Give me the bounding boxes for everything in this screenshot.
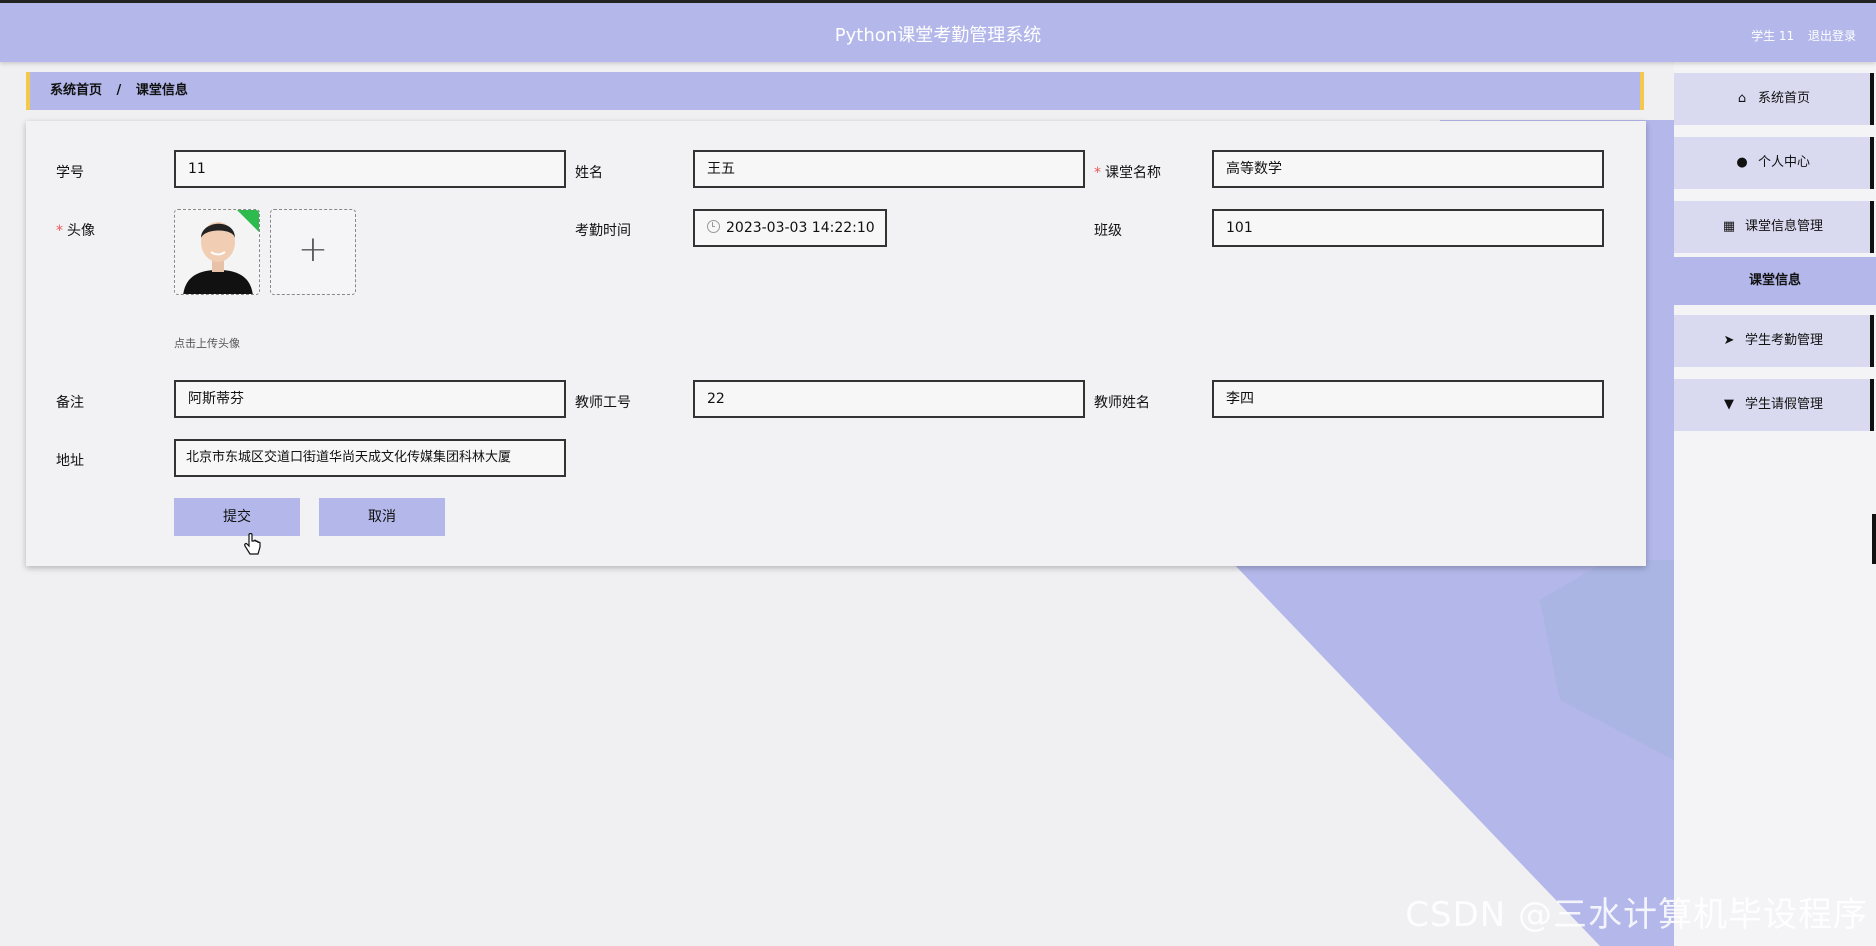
sidebar-subitem-course-info[interactable]: 课堂信息	[1674, 257, 1876, 305]
clock-icon	[707, 220, 720, 233]
upload-hint: 点击上传头像	[174, 337, 240, 350]
sidebar-item-profile[interactable]: ● 个人中心	[1674, 137, 1874, 189]
app-title: Python课堂考勤管理系统	[834, 25, 1042, 46]
grid-icon: ▦	[1722, 219, 1736, 234]
user-area: 学生 11 退出登录	[1741, 27, 1856, 44]
breadcrumb-separator: /	[116, 83, 122, 98]
teacher-no-input[interactable]: 22	[693, 380, 1085, 418]
top-navbar: Python课堂考勤管理系统 学生 11 退出登录	[0, 0, 1876, 62]
logout-link[interactable]: 退出登录	[1808, 29, 1856, 43]
sidebar-item-attendance-management[interactable]: ➤ 学生考勤管理	[1674, 315, 1874, 367]
brush-icon: ▼	[1723, 397, 1734, 412]
address-label: 地址	[56, 453, 84, 469]
sidebar-item-home[interactable]: ⌂ 系统首页	[1674, 73, 1874, 125]
send-icon: ➤	[1723, 333, 1735, 348]
class-input[interactable]: 101	[1212, 209, 1604, 247]
submit-button[interactable]: 提交	[174, 498, 300, 536]
sidebar-item-leave-management[interactable]: ▼ 学生请假管理	[1674, 379, 1874, 431]
sidebar-item-label: 学生考勤管理	[1744, 333, 1823, 348]
attendance-time-input[interactable]: 2023-03-03 14:22:10	[693, 209, 887, 247]
course-info-form: 学号 11 姓名 王五 * 课堂名称 高等数学 * 头像 + 点击上传头像 考勤时间…	[26, 121, 1646, 566]
name-label: 姓名	[575, 165, 603, 181]
student-no-label: 学号	[56, 165, 84, 181]
upload-avatar-button[interactable]: +	[270, 209, 356, 295]
sidebar-item-course-management[interactable]: ▦ 课堂信息管理	[1674, 201, 1874, 253]
sidebar-item-label: 系统首页	[1757, 91, 1810, 106]
user-icon: ●	[1736, 155, 1748, 170]
sidebar-item-label: 学生请假管理	[1744, 397, 1823, 412]
current-user: 学生 11	[1751, 29, 1795, 43]
address-input[interactable]: 北京市东城区交道口街道华尚天成文化传媒集团科林大厦	[174, 439, 566, 477]
breadcrumb-home[interactable]: 系统首页	[50, 83, 102, 98]
name-input[interactable]: 王五	[693, 150, 1085, 188]
attendance-time-value: 2023-03-03 14:22:10	[726, 220, 875, 236]
teacher-name-input[interactable]: 李四	[1212, 380, 1604, 418]
attendance-time-label: 考勤时间	[575, 223, 631, 239]
remark-label: 备注	[56, 395, 84, 411]
avatar-image[interactable]	[174, 209, 260, 295]
remark-input[interactable]: 阿斯蒂芬	[174, 380, 566, 418]
sidebar-item-label: 课堂信息管理	[1744, 219, 1823, 234]
course-name-label: * 课堂名称	[1094, 162, 1161, 182]
teacher-name-label: 教师姓名	[1094, 395, 1150, 411]
home-icon: ⌂	[1737, 91, 1747, 106]
sidebar-menu: ⌂ 系统首页 ● 个人中心 ▦ 课堂信息管理 课堂信息 ➤ 学生考勤管理 ▼ 学生请假管理	[1674, 62, 1876, 946]
sidebar-item-label: 个人中心	[1757, 155, 1810, 170]
watermark: CSDN @三水计算机毕设程序	[1405, 895, 1868, 935]
cancel-button[interactable]: 取消	[319, 498, 445, 536]
breadcrumb-current: 课堂信息	[135, 83, 188, 98]
avatar-label: * 头像	[56, 220, 95, 240]
course-name-label-text: 课堂名称	[1105, 165, 1161, 181]
student-no-input[interactable]: 11	[174, 150, 566, 188]
scrollbar-marker[interactable]	[1872, 514, 1876, 564]
avatar-photo-icon	[175, 210, 259, 294]
hand-cursor-icon	[244, 533, 261, 555]
teacher-no-label: 教师工号	[575, 395, 631, 411]
course-name-input[interactable]: 高等数学	[1212, 150, 1604, 188]
required-mark: *	[56, 223, 63, 239]
breadcrumb: 系统首页 / 课堂信息	[26, 72, 1644, 110]
required-mark: *	[1094, 165, 1101, 181]
avatar-label-text: 头像	[67, 223, 95, 239]
class-label: 班级	[1094, 223, 1122, 239]
